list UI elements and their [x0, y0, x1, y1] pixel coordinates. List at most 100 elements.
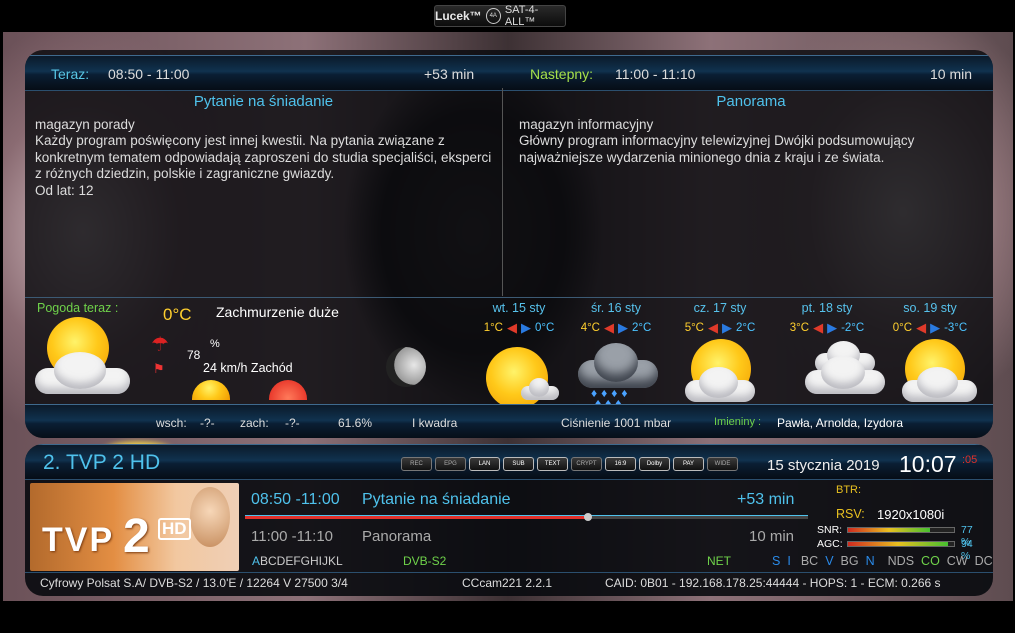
presenter-image	[190, 487, 230, 547]
ca-flags: S I BC V BG N NDS CO CW DC	[772, 554, 993, 568]
forecast-min: 2°C	[736, 322, 756, 334]
current-time: 10:07	[899, 451, 957, 477]
sunset-label: zach:	[240, 416, 269, 430]
snr-fill	[848, 528, 930, 532]
current-date: 15 stycznia 2019	[767, 457, 880, 474]
arrow-right-icon: ▶	[827, 320, 838, 335]
snr-meter: SNR: 77 %	[817, 524, 973, 548]
event-progress-bar	[245, 513, 808, 521]
weather-now-label: Pogoda teraz :	[37, 301, 119, 315]
arrow-right-icon: ▶	[521, 320, 531, 335]
cloud-icon	[805, 355, 885, 394]
flag-s: S	[772, 554, 781, 568]
ca-letter-row: ABCDEFGHIJKL	[252, 554, 343, 568]
next-time: 11:00 - 11:10	[615, 66, 696, 82]
arrow-left-icon: ◀	[916, 320, 927, 335]
sat-logo-icon: 4A	[485, 8, 501, 24]
rain-cloud-icon	[578, 343, 658, 388]
alpha-first: A	[252, 554, 261, 568]
ecm-info: CAID: 0B01 - 192.168.178.25:44444 - HOPS…	[605, 576, 941, 590]
flag-dc: DC	[974, 554, 993, 568]
softcam-info: CCcam221 2.2.1	[462, 576, 553, 590]
forecast-day-2: śr. 16 sty 4°C ◀ ▶ 2°C	[566, 299, 666, 336]
current-event-title: Pytanie na śniadanie	[193, 93, 334, 110]
now-label: Teraz:	[51, 66, 90, 82]
flag-nds: NDS	[887, 554, 915, 568]
arrow-right-icon: ▶	[618, 320, 628, 335]
weather-condition: Zachmurzenie duże	[216, 304, 339, 320]
flag-n: N	[865, 554, 875, 568]
humidity-value: 78	[187, 348, 201, 362]
arrow-right-icon: ▶	[722, 320, 732, 335]
forecast-min: -3°C	[944, 322, 968, 334]
arrow-left-icon: ◀	[813, 320, 824, 335]
net-indicator: NET	[707, 554, 731, 568]
flag-bc: BC	[800, 554, 819, 568]
forecast-max: 3°C	[789, 322, 810, 334]
channel-logo: TVP 2 HD	[30, 483, 239, 571]
snr-label: SNR:	[817, 524, 843, 536]
aspect-ratio-icon: 16:9	[605, 457, 636, 471]
dolby-icon: Dolby	[639, 457, 670, 471]
forecast-min: -2°C	[841, 322, 865, 334]
cloud-icon	[685, 366, 755, 402]
forecast-day-4: pt. 18 sty 3°C ◀ ▶ -2°C	[777, 299, 877, 336]
brand-bar: Lucek™ 4A SAT-4-ALL™	[434, 4, 566, 28]
next-event-genre: magazyn informacyjny	[519, 116, 654, 132]
forecast-min: 2°C	[632, 322, 652, 334]
sunrise-icon	[192, 380, 230, 400]
agc-fill	[848, 542, 948, 546]
moon-illumination: 61.6%	[338, 416, 373, 430]
widescreen-icon: WIDE	[707, 457, 738, 471]
forecast-day-name: cz. 17 sty	[693, 301, 747, 315]
progress-knob	[584, 513, 593, 521]
next-event-title: Panorama	[716, 93, 786, 110]
channel-infobar: 2. TVP 2 HD REC EPG LAN SUB TEXT CRYPT 1…	[25, 444, 993, 596]
arrow-left-icon: ◀	[507, 320, 517, 335]
btr-label: BTR:	[836, 484, 862, 496]
umbrella-icon: ☂	[151, 334, 169, 356]
channel-name: 2. TVP 2 HD	[43, 451, 161, 474]
forecast-day-name: pt. 18 sty	[801, 301, 853, 315]
alpha-rest: BCDEFGHIJKL	[260, 554, 343, 568]
next-duration: 10 min	[930, 66, 973, 82]
arrow-left-icon: ◀	[604, 320, 614, 335]
flag-v: V	[825, 554, 834, 568]
forecast-max: 5°C	[684, 322, 704, 334]
lan-icon: LAN	[469, 457, 500, 471]
sunrise-time: -?-	[200, 416, 215, 430]
current-event-description: Każdy program poświęcony jest innej kwes…	[35, 133, 492, 181]
epg-divider	[502, 88, 503, 296]
name-day-label: Imieniny :	[714, 416, 762, 428]
next-event-time: 11:00 -11:10	[251, 528, 334, 545]
agc-label: AGC:	[817, 538, 843, 550]
delivery-system: DVB-S2	[403, 554, 447, 568]
pay-tv-icon: PAY	[673, 457, 704, 471]
weather-info-bar: wsch: -?- zach: -?- 61.6% I kwadra Ciśni…	[25, 404, 993, 438]
flag-co: CO	[921, 554, 940, 568]
moon-phase: I kwadra	[412, 416, 458, 430]
current-event-genre: magazyn porady	[35, 116, 135, 132]
current-event-age: Od lat: 12	[35, 182, 94, 198]
progress-fill	[245, 516, 589, 519]
service-icons: REC EPG LAN SUB TEXT CRYPT 16:9 Dolby PA…	[401, 457, 738, 471]
sunset-time: -?-	[285, 416, 300, 430]
agc-value: 94 %	[961, 538, 973, 562]
teletext-icon: TEXT	[537, 457, 568, 471]
name-day-names: Pawła, Arnolda, Izydora	[777, 416, 904, 430]
now-event-time: 08:50 -11:00	[251, 491, 340, 508]
humidity-unit: %	[210, 338, 220, 350]
forecast-day-name: wt. 15 sty	[492, 301, 546, 315]
agc-track	[847, 541, 955, 547]
now-remaining: +53 min	[424, 66, 475, 82]
snr-track	[847, 527, 955, 533]
next-event-duration: 10 min	[749, 528, 795, 545]
now-event-title: Pytanie na śniadanie	[362, 491, 511, 508]
forecast-max: 4°C	[580, 322, 600, 334]
cloud-icon	[35, 352, 130, 394]
cloud-icon	[521, 377, 559, 400]
epg-panel: Teraz: 08:50 - 11:00 +53 min Nastepny: 1…	[25, 50, 993, 438]
brand-logo: SAT-4-ALL™	[504, 4, 539, 28]
status-bar: Cyfrowy Polsat S.A/ DVB-S2 / 13.0'E / 12…	[25, 572, 993, 594]
arrow-right-icon: ▶	[930, 320, 941, 335]
